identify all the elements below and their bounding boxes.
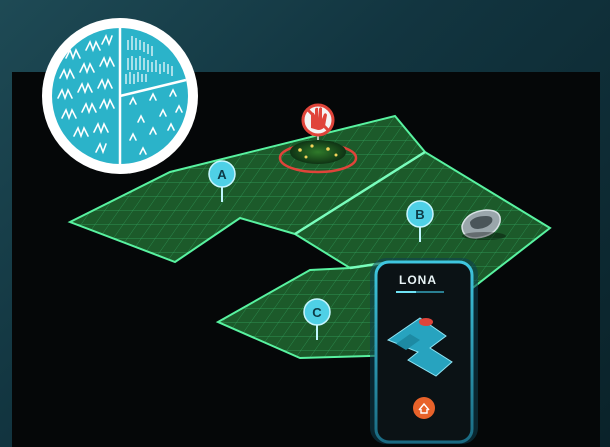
mower-home-icon[interactable]: [413, 397, 435, 419]
zone-a-label: A: [217, 167, 227, 182]
phone-app-mockup[interactable]: LONA: [370, 258, 478, 444]
app-brand-logo: LONA: [399, 273, 437, 287]
scene-background: A B C LONA: [0, 0, 610, 447]
no-mow-icon: [301, 103, 335, 137]
grass-type-icon: [42, 18, 198, 174]
zone-c-label: C: [312, 305, 322, 320]
lawn-map-illustration: A B C LONA: [42, 18, 552, 444]
zone-b-label: B: [415, 207, 424, 222]
